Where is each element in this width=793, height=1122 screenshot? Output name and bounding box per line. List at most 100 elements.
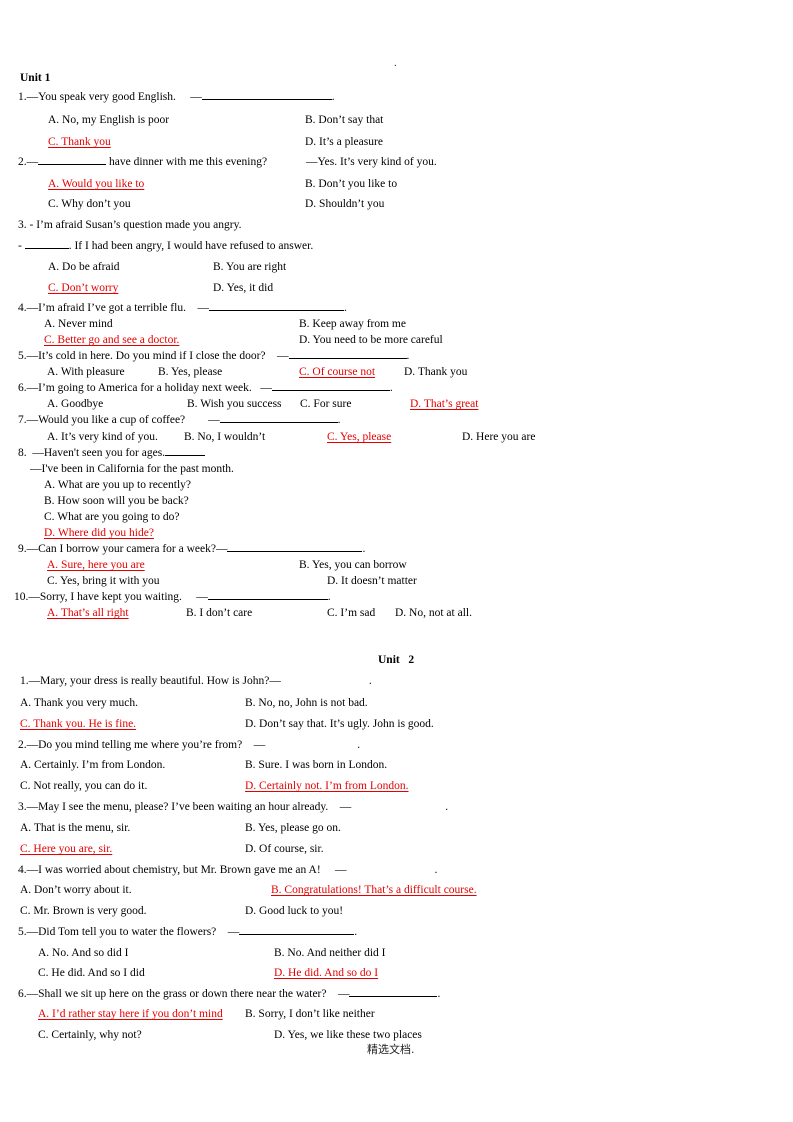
- q3-option-b[interactable]: B. You are right: [213, 261, 286, 273]
- question-2-stem: 2.— have dinner with me this evening?: [18, 156, 267, 168]
- page-footer: 精选文档.: [367, 1043, 415, 1056]
- q3-option-a[interactable]: A. Do be afraid: [48, 261, 120, 273]
- q7-option-d[interactable]: D. Here you are: [462, 431, 535, 443]
- q5-option-b[interactable]: B. Yes, please: [158, 366, 222, 378]
- u2-q1-option-b[interactable]: B. No, no, John is not bad.: [245, 697, 368, 709]
- u2-q6-option-b[interactable]: B. Sorry, I don’t like neither: [245, 1008, 375, 1020]
- u2-q4-option-b[interactable]: B. Congratulations! That’s a difficult c…: [271, 884, 477, 896]
- u2-q3-option-c[interactable]: C. Here you are, sir.: [20, 843, 112, 855]
- u2-question-3-stem-tail: .: [445, 801, 449, 813]
- u2-q4-option-c[interactable]: C. Mr. Brown is very good.: [20, 905, 147, 917]
- q6-option-a[interactable]: A. Goodbye: [47, 398, 103, 410]
- q2-option-d[interactable]: D. Shouldn’t you: [305, 198, 384, 210]
- q6-option-b[interactable]: B. Wish you success: [187, 398, 282, 410]
- u2-q3-option-a[interactable]: A. That is the menu, sir.: [20, 822, 130, 834]
- question-10-blank: [207, 599, 328, 600]
- q5-option-d[interactable]: D. Thank you: [404, 366, 467, 378]
- q4-option-c[interactable]: C. Better go and see a doctor.: [44, 334, 179, 346]
- q4-option-a[interactable]: A. Never mind: [44, 318, 113, 330]
- u2-q6-option-a[interactable]: A. I’d rather stay here if you don’t min…: [38, 1008, 223, 1020]
- u2-question-5-blank: [239, 934, 355, 935]
- question-6-blank: [271, 390, 390, 391]
- u2-question-6-stem-text: 6.—Shall we sit up here on the grass or …: [18, 988, 350, 1000]
- document-page: . Unit 1 1.—You speak very good English.…: [0, 0, 793, 1122]
- q7-option-a[interactable]: A. It’s very kind of you.: [47, 431, 158, 443]
- q10-option-c[interactable]: C. I’m sad: [327, 607, 375, 619]
- q6-option-c[interactable]: C. For sure: [300, 398, 351, 410]
- u2-q1-option-a[interactable]: A. Thank you very much.: [20, 697, 138, 709]
- q9-option-d[interactable]: D. It doesn’t matter: [327, 575, 417, 587]
- u2-q2-option-b[interactable]: B. Sure. I was born in London.: [245, 759, 387, 771]
- u2-question-5-stem: 5.—Did Tom tell you to water the flowers…: [18, 926, 357, 938]
- q2-option-c[interactable]: C. Why don’t you: [48, 198, 131, 210]
- u2-question-1-stem: 1.—Mary, your dress is really beautiful.…: [20, 675, 372, 687]
- q4-option-d[interactable]: D. You need to be more careful: [299, 334, 443, 346]
- question-5-stem-tail: .: [406, 350, 410, 362]
- u2-q2-option-d[interactable]: D. Certainly not. I’m from London.: [245, 780, 409, 792]
- q9-option-c[interactable]: C. Yes, bring it with you: [47, 575, 159, 587]
- u2-q1-option-c[interactable]: C. Thank you. He is fine.: [20, 718, 136, 730]
- q7-option-b[interactable]: B. No, I wouldn’t: [184, 431, 265, 443]
- q4-option-b[interactable]: B. Keep away from me: [299, 318, 406, 330]
- q6-option-d[interactable]: D. That’s great: [410, 398, 478, 410]
- u2-question-5-stem-tail: .: [354, 926, 358, 938]
- q2-option-b[interactable]: B. Don’t you like to: [305, 178, 397, 190]
- u2-q5-option-a[interactable]: A. No. And so did I: [38, 947, 128, 959]
- question-3-stem: 3. - I’m afraid Susan’s question made yo…: [18, 219, 242, 231]
- u2-q3-option-d[interactable]: D. Of course, sir.: [245, 843, 324, 855]
- q9-option-b[interactable]: B. Yes, you can borrow: [299, 559, 407, 571]
- q1-option-b[interactable]: B. Don’t say that: [305, 114, 383, 126]
- u2-q5-option-b[interactable]: B. No. And neither did I: [274, 947, 385, 959]
- q5-option-a[interactable]: A. With pleasure: [47, 366, 125, 378]
- u2-question-3-stem-text: 3.—May I see the menu, please? I’ve been…: [18, 801, 352, 813]
- question-9-stem-tail: .: [362, 543, 366, 555]
- q2-option-a[interactable]: A. Would you like to: [48, 178, 158, 190]
- u2-question-3-stem: 3.—May I see the menu, please? I’ve been…: [18, 801, 448, 813]
- u2-q5-option-d[interactable]: D. He did. And so do I: [274, 967, 378, 979]
- q7-option-c[interactable]: C. Yes, please: [327, 431, 413, 443]
- question-7-stem-tail: .: [337, 414, 341, 426]
- q5-option-c[interactable]: C. Of course not: [299, 366, 385, 378]
- u2-question-2-stem: 2.—Do you mind telling me where you’re f…: [18, 739, 360, 751]
- q9-option-a[interactable]: A. Sure, here you are: [47, 559, 145, 571]
- u2-question-2-stem-text: 2.—Do you mind telling me where you’re f…: [18, 739, 266, 751]
- u2-q5-option-c[interactable]: C. He did. And so I did: [38, 967, 145, 979]
- question-10-stem-tail: .: [327, 591, 331, 603]
- u2-q2-option-c[interactable]: C. Not really, you can do it.: [20, 780, 147, 792]
- q8-option-d[interactable]: D. Where did you hide?: [44, 527, 154, 539]
- q1-option-d[interactable]: D. It’s a pleasure: [305, 136, 383, 148]
- q3-option-d[interactable]: D. Yes, it did: [213, 282, 273, 294]
- u2-q4-option-a[interactable]: A. Don’t worry about it.: [20, 884, 132, 896]
- u2-question-1-stem-text: 1.—Mary, your dress is really beautiful.…: [20, 675, 281, 687]
- question-4-blank: [208, 310, 344, 311]
- q10-option-a[interactable]: A. That’s all right: [47, 607, 129, 619]
- q8-option-b[interactable]: B. How soon will you be back?: [44, 495, 189, 507]
- q1-option-c[interactable]: C. Thank you: [48, 136, 129, 148]
- u2-question-1-stem-tail: .: [368, 675, 372, 687]
- question-6-stem: 6.—I’m going to America for a holiday ne…: [18, 382, 393, 394]
- question-4-stem: 4.—I’m afraid I’ve got a terrible flu. —…: [18, 302, 347, 314]
- question-7-stem-text: 7.—Would you like a cup of coffee? —: [18, 414, 220, 426]
- u2-q1-option-d[interactable]: D. Don’t say that. It’s ugly. John is go…: [245, 718, 434, 730]
- q1-option-a[interactable]: A. No, my English is poor: [48, 114, 169, 126]
- unit-2-heading: Unit 2: [378, 654, 415, 666]
- question-8-blank: [165, 455, 206, 456]
- q8-option-a[interactable]: A. What are you up to recently?: [44, 479, 191, 491]
- question-9-stem-text: 9.—Can I borrow your camera for a week?—: [18, 543, 228, 555]
- u2-q6-option-d[interactable]: D. Yes, we like these two places: [274, 1029, 422, 1041]
- u2-q3-option-b[interactable]: B. Yes, please go on.: [245, 822, 341, 834]
- u2-q4-option-d[interactable]: D. Good luck to you!: [245, 905, 343, 917]
- q10-option-b[interactable]: B. I don’t care: [186, 607, 252, 619]
- q3-option-c[interactable]: C. Don’t worry: [48, 282, 118, 294]
- question-3-dash: -: [18, 240, 25, 252]
- question-1-stem-text: 1.—You speak very good English. —: [18, 91, 202, 103]
- u2-q2-option-a[interactable]: A. Certainly. I’m from London.: [20, 759, 165, 771]
- question-2-stem-mid: have dinner with me this evening?: [106, 156, 268, 168]
- q10-option-d[interactable]: D. No, not at all.: [395, 607, 472, 619]
- q8-option-c[interactable]: C. What are you going to do?: [44, 511, 180, 523]
- question-7-stem: 7.—Would you like a cup of coffee? —.: [18, 414, 341, 426]
- question-8-stem-text: 8. —Haven't seen you for ages.: [18, 447, 166, 459]
- question-2-stem-lead: 2.—: [18, 156, 39, 168]
- u2-q6-option-c[interactable]: C. Certainly, why not?: [38, 1029, 142, 1041]
- question-3-stem2-tail: . If I had been angry, I would have refu…: [68, 240, 314, 252]
